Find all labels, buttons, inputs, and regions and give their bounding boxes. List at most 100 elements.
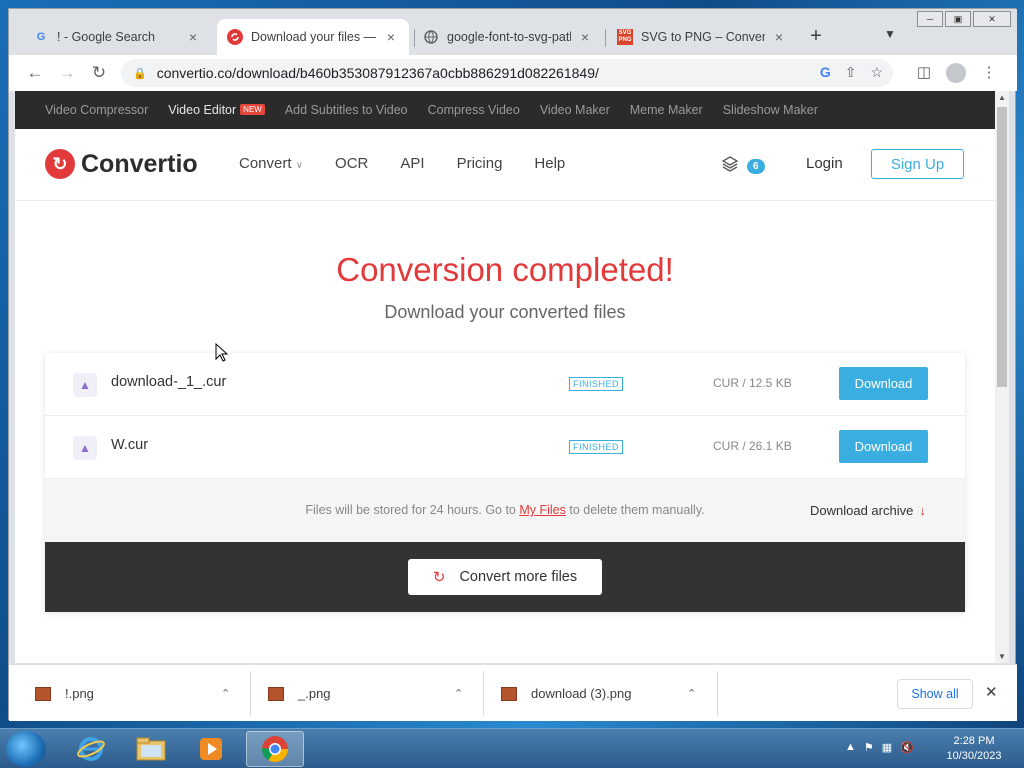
file-explorer-icon[interactable] [122,731,180,767]
download-item[interactable]: _.png ⌃ [268,665,468,722]
internet-explorer-icon[interactable] [62,731,120,767]
reload-icon[interactable]: ↻ [87,61,111,85]
share-icon[interactable]: ⇧ [845,64,857,81]
close-downloads-icon[interactable]: ✕ [985,683,998,701]
image-file-icon: ▲ [73,436,97,460]
info-prefix: Files will be stored for 24 hours. Go to [305,503,520,517]
png-file-icon [35,686,51,701]
logo-text: Convertio [81,149,198,178]
minimize-button[interactable]: ─ [917,11,943,27]
menu-dots-icon[interactable]: ⋮ [977,61,1001,85]
window-close-button[interactable]: ✕ [973,11,1011,27]
download-button[interactable]: Download [839,430,928,463]
download-separator [717,671,718,716]
close-tab-icon[interactable]: × [185,29,201,45]
download-archive-link[interactable]: Download archive ↓ [810,503,926,518]
nav-convert[interactable]: Convert ∨ [239,155,303,172]
download-separator [250,671,251,716]
start-button[interactable] [6,731,46,767]
info-suffix: to delete them manually. [565,503,705,517]
promo-link-add-subtitles[interactable]: Add Subtitles to Video [285,103,408,117]
tab-title: google-font-to-svg-path [447,30,571,44]
nav-api[interactable]: API [400,155,424,172]
nav-ocr[interactable]: OCR [335,155,368,172]
promo-link-video-compressor[interactable]: Video Compressor [45,103,148,117]
nav-pricing[interactable]: Pricing [457,155,503,172]
tab-title: Download your files — Convertio [251,30,377,44]
login-link[interactable]: Login [806,155,843,172]
chevron-up-icon[interactable]: ⌃ [221,687,230,700]
signup-button[interactable]: Sign Up [871,149,964,179]
lock-icon: 🔒 [133,67,147,80]
close-tab-icon[interactable]: × [383,29,399,45]
back-arrow-icon[interactable]: ← [23,61,47,85]
download-separator [483,671,484,716]
browser-toolbar: ← → ↻ 🔒 convertio.co/download/b460b35308… [9,55,1017,91]
download-item[interactable]: !.png ⌃ [35,665,235,722]
promo-link-meme-maker[interactable]: Meme Maker [630,103,703,117]
window-controls: ─ ▣ ✕ [917,11,1011,27]
storage-info-bar: Files will be stored for 24 hours. Go to… [45,479,965,542]
file-row: ▲ W.cur FINISHED CUR / 26.1 KB Download [45,416,965,479]
clock-date: 10/30/2023 [946,750,1002,762]
convert-more-button[interactable]: ↻ Convert more files [408,559,602,595]
url-text: convertio.co/download/b460b353087912367a… [156,65,599,81]
image-file-icon: ▲ [73,373,97,397]
my-files-link[interactable]: My Files [519,503,566,517]
network-icon[interactable]: ▦ [882,741,892,754]
show-hidden-icons-icon[interactable]: ▲ [845,741,856,754]
scroll-up-arrow-icon[interactable]: ▲ [995,93,1009,102]
tab-separator [605,29,606,47]
tab-search-chevron-icon[interactable]: ▼ [884,27,896,41]
promo-bar: Video Compressor Video Editor NEW Add Sub… [15,91,995,129]
volume-muted-icon[interactable]: 🔇 [900,741,914,754]
tab-google-search[interactable]: G ! - Google Search × [23,19,211,55]
side-panel-icon[interactable]: ◫ [912,61,936,85]
chevron-down-icon: ∨ [295,160,304,171]
bookmark-star-icon[interactable]: ☆ [870,64,883,81]
action-center-icon[interactable]: ⚑ [864,741,874,754]
download-item[interactable]: download (3).png ⌃ [501,665,701,722]
promo-link-video-editor[interactable]: Video Editor NEW [168,103,265,117]
browser-window: G ! - Google Search × Download your file… [8,8,1017,722]
page-scrollbar[interactable]: ▲ ▼ [995,91,1009,663]
scrollbar-thumb[interactable] [997,107,1007,387]
nav-help[interactable]: Help [534,155,565,172]
files-stack-button[interactable]: 6 [721,155,765,177]
show-all-button[interactable]: Show all [897,679,973,709]
main-nav: Convert ∨ OCR API Pricing Help [239,155,565,172]
convertio-logo[interactable]: ↻ Convertio [45,149,198,179]
chevron-up-icon[interactable]: ⌃ [687,687,696,700]
archive-label: Download archive [810,503,914,518]
media-player-icon[interactable] [182,731,240,767]
page-viewport: Video Compressor Video Editor NEW Add Sub… [15,91,995,663]
chrome-icon[interactable] [246,731,304,767]
chevron-up-icon[interactable]: ⌃ [454,687,463,700]
profile-avatar[interactable] [944,61,968,85]
download-filename: download (3).png [531,686,632,701]
promo-link-slideshow-maker[interactable]: Slideshow Maker [723,103,818,117]
google-lens-icon[interactable]: G [820,64,831,81]
file-size: CUR / 26.1 KB [713,439,792,453]
refresh-icon: ↻ [432,569,446,586]
new-tab-button[interactable]: + [804,25,828,48]
address-bar[interactable]: 🔒 convertio.co/download/b460b35308791236… [121,59,893,87]
scroll-down-arrow-icon[interactable]: ▼ [995,652,1009,661]
maximize-button[interactable]: ▣ [945,11,971,27]
clock-time: 2:28 PM [953,735,995,747]
new-badge: NEW [240,104,265,115]
forward-arrow-icon[interactable]: → [55,61,79,85]
taskbar-clock[interactable]: 2:28 PM 10/30/2023 [944,734,1004,764]
tab-font-to-svg[interactable]: google-font-to-svg-path × [413,19,603,55]
download-button[interactable]: Download [839,367,928,400]
convertio-icon [227,29,243,45]
close-tab-icon[interactable]: × [771,29,787,45]
promo-link-compress-video[interactable]: Compress Video [428,103,520,117]
close-tab-icon[interactable]: × [577,29,593,45]
tab-convertio-download[interactable]: Download your files — Convertio × [217,19,409,55]
svg-png-icon: SVG PNG [617,29,633,45]
png-file-icon [501,686,517,701]
tab-svg-to-png[interactable]: SVG PNG SVG to PNG – Convert × [607,19,797,55]
promo-link-video-maker[interactable]: Video Maker [540,103,610,117]
page-title: Conversion completed! [336,251,674,288]
